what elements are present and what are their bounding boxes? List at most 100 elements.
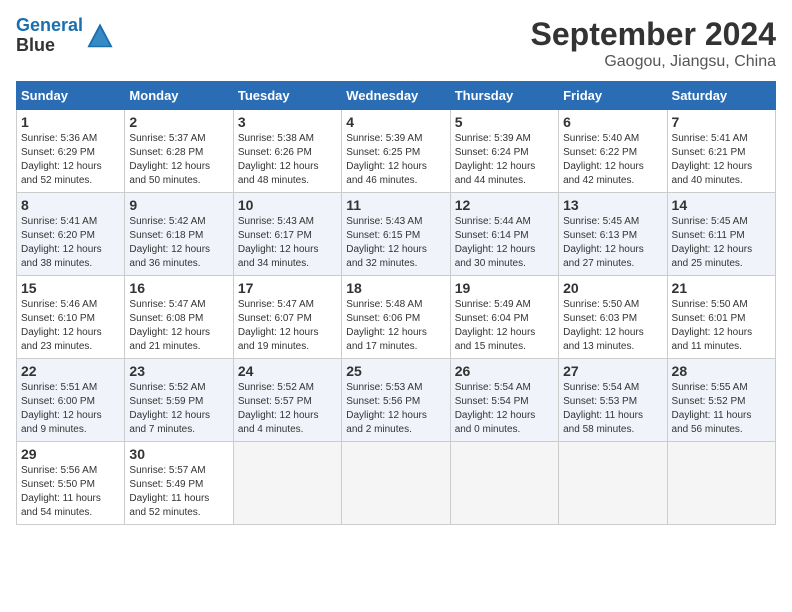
day-cell: 20 Sunrise: 5:50 AM Sunset: 6:03 PM Dayli… [559, 276, 667, 359]
day-cell: 12Sunrise: 5:44 AM Sunset: 6:14 PM Dayli… [450, 193, 558, 276]
col-header-wednesday: Wednesday [342, 82, 450, 110]
day-number: 29 [21, 446, 120, 462]
day-cell: 7 Sunrise: 5:41 AM Sunset: 6:21 PM Daylig… [667, 110, 775, 193]
header-row: SundayMondayTuesdayWednesdayThursdayFrid… [17, 82, 776, 110]
day-number: 1 [21, 114, 120, 130]
day-info: Sunrise: 5:45 AM Sunset: 6:11 PM Dayligh… [672, 215, 771, 271]
day-cell: 15 Sunrise: 5:46 AM Sunset: 6:10 PM Dayli… [17, 276, 125, 359]
day-info: Sunrise: 5:40 AM Sunset: 6:22 PM Dayligh… [563, 132, 662, 188]
day-info: Sunrise: 5:41 AM Sunset: 6:20 PM Dayligh… [21, 215, 120, 271]
day-cell: 30Sunrise: 5:57 AM Sunset: 5:49 PM Dayli… [125, 442, 233, 525]
day-number: 18 [346, 280, 445, 296]
day-info: Sunrise: 5:54 AM Sunset: 5:54 PM Dayligh… [455, 381, 554, 437]
day-cell: 16 Sunrise: 5:47 AM Sunset: 6:08 PM Dayli… [125, 276, 233, 359]
day-cell: 8 Sunrise: 5:41 AM Sunset: 6:20 PM Daylig… [17, 193, 125, 276]
day-info: Sunrise: 5:36 AM Sunset: 6:29 PM Dayligh… [21, 132, 120, 188]
logo-icon [86, 22, 114, 50]
day-info: Sunrise: 5:42 AM Sunset: 6:18 PM Dayligh… [129, 215, 228, 271]
day-number: 12 [455, 197, 554, 213]
day-number: 13 [563, 197, 662, 213]
day-info: Sunrise: 5:51 AM Sunset: 6:00 PM Dayligh… [21, 381, 120, 437]
col-header-thursday: Thursday [450, 82, 558, 110]
day-number: 16 [129, 280, 228, 296]
day-cell: 19 Sunrise: 5:49 AM Sunset: 6:04 PM Dayli… [450, 276, 558, 359]
day-number: 21 [672, 280, 771, 296]
week-row-4: 22 Sunrise: 5:51 AM Sunset: 6:00 PM Dayli… [17, 359, 776, 442]
col-header-sunday: Sunday [17, 82, 125, 110]
day-info: Sunrise: 5:52 AM Sunset: 5:59 PM Dayligh… [129, 381, 228, 437]
calendar-table: SundayMondayTuesdayWednesdayThursdayFrid… [16, 81, 776, 525]
day-number: 8 [21, 197, 120, 213]
day-number: 14 [672, 197, 771, 213]
day-info: Sunrise: 5:43 AM Sunset: 6:15 PM Dayligh… [346, 215, 445, 271]
day-cell: 3 Sunrise: 5:38 AM Sunset: 6:26 PM Daylig… [233, 110, 341, 193]
day-cell: 14 Sunrise: 5:45 AM Sunset: 6:11 PM Dayli… [667, 193, 775, 276]
day-number: 28 [672, 363, 771, 379]
day-number: 7 [672, 114, 771, 130]
col-header-tuesday: Tuesday [233, 82, 341, 110]
day-cell: 6 Sunrise: 5:40 AM Sunset: 6:22 PM Daylig… [559, 110, 667, 193]
day-cell: 13 Sunrise: 5:45 AM Sunset: 6:13 PM Dayli… [559, 193, 667, 276]
logo-text: General Blue [16, 16, 83, 56]
day-cell: 9Sunrise: 5:42 AM Sunset: 6:18 PM Daylig… [125, 193, 233, 276]
day-info: Sunrise: 5:48 AM Sunset: 6:06 PM Dayligh… [346, 298, 445, 354]
day-number: 25 [346, 363, 445, 379]
day-number: 6 [563, 114, 662, 130]
day-cell: 10Sunrise: 5:43 AM Sunset: 6:17 PM Dayli… [233, 193, 341, 276]
day-number: 24 [238, 363, 337, 379]
day-number: 4 [346, 114, 445, 130]
day-cell: 5Sunrise: 5:39 AM Sunset: 6:24 PM Daylig… [450, 110, 558, 193]
day-cell: 4Sunrise: 5:39 AM Sunset: 6:25 PM Daylig… [342, 110, 450, 193]
day-number: 2 [129, 114, 228, 130]
week-row-1: 1 Sunrise: 5:36 AM Sunset: 6:29 PM Daylig… [17, 110, 776, 193]
day-cell: 26 Sunrise: 5:54 AM Sunset: 5:54 PM Dayli… [450, 359, 558, 442]
day-info: Sunrise: 5:53 AM Sunset: 5:56 PM Dayligh… [346, 381, 445, 437]
day-cell: 21 Sunrise: 5:50 AM Sunset: 6:01 PM Dayli… [667, 276, 775, 359]
day-cell: 2 Sunrise: 5:37 AM Sunset: 6:28 PM Daylig… [125, 110, 233, 193]
day-info: Sunrise: 5:52 AM Sunset: 5:57 PM Dayligh… [238, 381, 337, 437]
day-cell: 29 Sunrise: 5:56 AM Sunset: 5:50 PM Dayli… [17, 442, 125, 525]
day-info: Sunrise: 5:41 AM Sunset: 6:21 PM Dayligh… [672, 132, 771, 188]
day-info: Sunrise: 5:46 AM Sunset: 6:10 PM Dayligh… [21, 298, 120, 354]
day-cell [667, 442, 775, 525]
day-cell: 24 Sunrise: 5:52 AM Sunset: 5:57 PM Dayli… [233, 359, 341, 442]
day-info: Sunrise: 5:38 AM Sunset: 6:26 PM Dayligh… [238, 132, 337, 188]
day-number: 15 [21, 280, 120, 296]
day-cell: 25 Sunrise: 5:53 AM Sunset: 5:56 PM Dayli… [342, 359, 450, 442]
day-number: 11 [346, 197, 445, 213]
day-number: 26 [455, 363, 554, 379]
day-number: 17 [238, 280, 337, 296]
day-info: Sunrise: 5:50 AM Sunset: 6:03 PM Dayligh… [563, 298, 662, 354]
day-cell [233, 442, 341, 525]
day-info: Sunrise: 5:37 AM Sunset: 6:28 PM Dayligh… [129, 132, 228, 188]
day-cell: 27 Sunrise: 5:54 AM Sunset: 5:53 PM Dayli… [559, 359, 667, 442]
page-header: General Blue September 2024 Gaogou, Jian… [16, 16, 776, 71]
day-info: Sunrise: 5:57 AM Sunset: 5:49 PM Dayligh… [129, 464, 228, 520]
week-row-2: 8 Sunrise: 5:41 AM Sunset: 6:20 PM Daylig… [17, 193, 776, 276]
logo: General Blue [16, 16, 114, 56]
day-number: 27 [563, 363, 662, 379]
day-info: Sunrise: 5:56 AM Sunset: 5:50 PM Dayligh… [21, 464, 120, 520]
day-cell: 23 Sunrise: 5:52 AM Sunset: 5:59 PM Dayli… [125, 359, 233, 442]
day-info: Sunrise: 5:54 AM Sunset: 5:53 PM Dayligh… [563, 381, 662, 437]
day-info: Sunrise: 5:49 AM Sunset: 6:04 PM Dayligh… [455, 298, 554, 354]
day-number: 10 [238, 197, 337, 213]
day-cell: 22 Sunrise: 5:51 AM Sunset: 6:00 PM Dayli… [17, 359, 125, 442]
col-header-friday: Friday [559, 82, 667, 110]
day-number: 23 [129, 363, 228, 379]
day-number: 5 [455, 114, 554, 130]
day-info: Sunrise: 5:45 AM Sunset: 6:13 PM Dayligh… [563, 215, 662, 271]
day-cell: 28Sunrise: 5:55 AM Sunset: 5:52 PM Dayli… [667, 359, 775, 442]
day-number: 19 [455, 280, 554, 296]
day-info: Sunrise: 5:47 AM Sunset: 6:07 PM Dayligh… [238, 298, 337, 354]
day-cell: 17 Sunrise: 5:47 AM Sunset: 6:07 PM Dayli… [233, 276, 341, 359]
day-cell [450, 442, 558, 525]
day-number: 22 [21, 363, 120, 379]
col-header-monday: Monday [125, 82, 233, 110]
day-number: 20 [563, 280, 662, 296]
day-cell [342, 442, 450, 525]
day-number: 3 [238, 114, 337, 130]
week-row-5: 29 Sunrise: 5:56 AM Sunset: 5:50 PM Dayli… [17, 442, 776, 525]
day-info: Sunrise: 5:47 AM Sunset: 6:08 PM Dayligh… [129, 298, 228, 354]
day-info: Sunrise: 5:50 AM Sunset: 6:01 PM Dayligh… [672, 298, 771, 354]
